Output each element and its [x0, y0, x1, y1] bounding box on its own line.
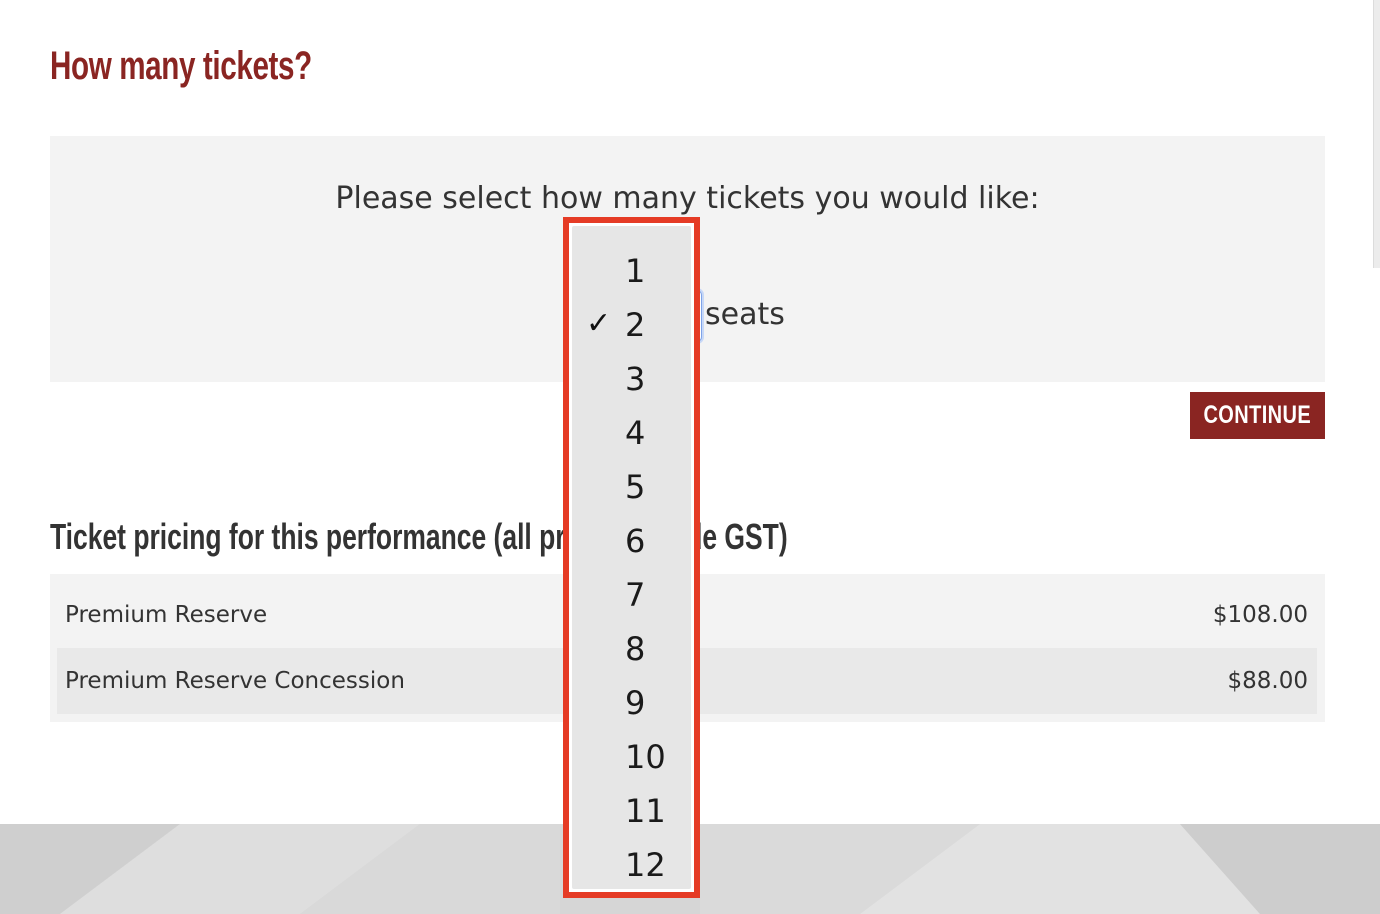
ticket-selection-page: How many tickets? Please select how many… [0, 0, 1380, 914]
option-label: 9 [625, 684, 646, 722]
option-label: 1 [625, 252, 646, 290]
checkmark-icon: ✓ [586, 306, 612, 341]
dropdown-option[interactable]: 3 [572, 352, 691, 406]
dropdown-options: 1 ✓ 2 3 4 5 6 7 8 9 10 11 12 [572, 226, 691, 889]
option-label: 7 [625, 576, 646, 614]
option-label: 6 [625, 522, 646, 560]
page-title: How many tickets? [50, 44, 312, 88]
ticket-type-name: Premium Reserve [65, 602, 268, 628]
page-scrollbar[interactable] [1373, 0, 1380, 268]
dropdown-option[interactable]: 9 [572, 676, 691, 730]
ticket-price: $88.00 [1227, 668, 1308, 694]
option-label: 8 [625, 630, 646, 668]
continue-button[interactable]: CONTINUE [1190, 392, 1325, 439]
dropdown-option[interactable]: 10 [572, 730, 691, 784]
dropdown-option[interactable]: 1 [572, 244, 691, 298]
option-label: 12 [625, 846, 666, 884]
option-label: 4 [625, 414, 646, 452]
dropdown-option[interactable]: 4 [572, 406, 691, 460]
ticket-price: $108.00 [1212, 602, 1308, 628]
option-label: 2 [625, 306, 646, 344]
option-label: 5 [625, 468, 646, 506]
quantity-dropdown-list[interactable]: 1 ✓ 2 3 4 5 6 7 8 9 10 11 12 [563, 217, 700, 898]
dropdown-option-selected[interactable]: ✓ 2 [572, 298, 691, 352]
dropdown-option[interactable]: 6 [572, 514, 691, 568]
dropdown-option[interactable]: 12 [572, 838, 691, 892]
dropdown-option[interactable]: 8 [572, 622, 691, 676]
dropdown-option[interactable]: 7 [572, 568, 691, 622]
continue-button-label: CONTINUE [1203, 401, 1312, 429]
option-label: 10 [625, 738, 666, 776]
option-label: 11 [625, 792, 666, 830]
seats-label: seats [705, 297, 785, 332]
dropdown-option[interactable]: 11 [572, 784, 691, 838]
ticket-type-name: Premium Reserve Concession [65, 668, 405, 694]
option-label: 3 [625, 360, 646, 398]
quantity-prompt: Please select how many tickets you would… [335, 181, 1040, 216]
dropdown-option[interactable]: 5 [572, 460, 691, 514]
